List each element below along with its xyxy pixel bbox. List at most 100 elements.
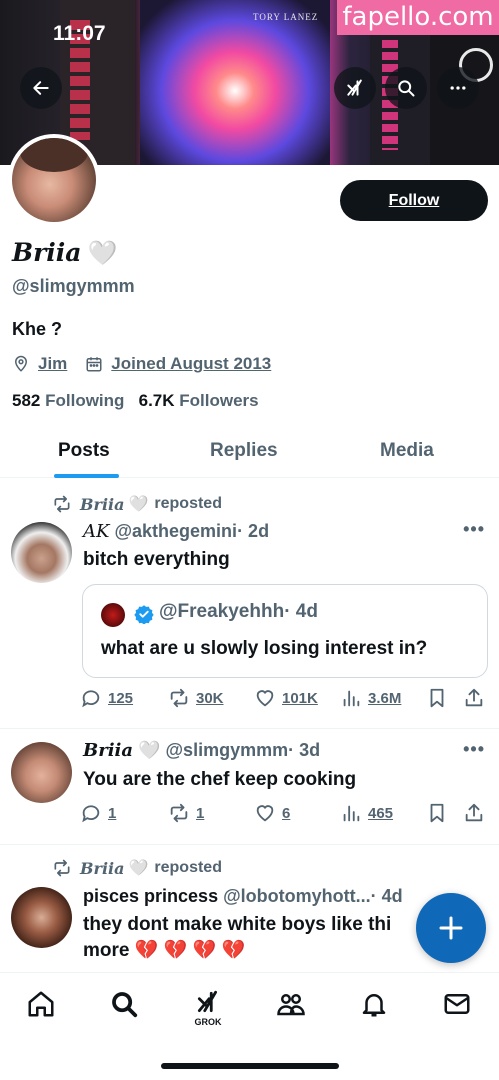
repost-by-name: Briia (80, 494, 125, 514)
profile-display-name: Briia 🤍 (12, 238, 117, 267)
search-button[interactable] (385, 67, 427, 109)
following-count[interactable]: 582 (12, 391, 40, 410)
view-count: 465 (368, 804, 394, 822)
verified-badge-icon (134, 605, 154, 624)
nav-search[interactable] (104, 989, 144, 1029)
reply-button[interactable]: 1 (80, 802, 116, 824)
banner-poster-text: TORY LANEZ (253, 12, 319, 22)
tab-media[interactable]: Media (380, 440, 434, 462)
post-text-line-1: they dont make white boys like thi (83, 914, 392, 935)
reply-button[interactable]: 125 (80, 687, 133, 709)
post-text: You are the chef keep cooking (83, 769, 357, 790)
post-item[interactable]: Briia 🤍 reposted AK @akthegemini· 2d •••… (0, 479, 499, 729)
quote-header: @Freakyehhh· 4d (159, 601, 318, 623)
joined-date[interactable]: Joined August 2013 (111, 354, 271, 374)
like-button[interactable]: 101K (254, 687, 318, 709)
post-time: · 4d (370, 886, 403, 906)
status-bar-time: 11:07 (53, 22, 106, 45)
bookmark-button[interactable] (426, 687, 454, 709)
repost-button[interactable]: 30K (168, 687, 224, 709)
repost-button[interactable]: 1 (168, 802, 204, 824)
compose-button[interactable] (416, 893, 486, 963)
profile-bio: Khe ? (12, 319, 63, 339)
back-button[interactable] (20, 67, 62, 109)
like-count: 101K (282, 689, 318, 707)
post-header: pisces princess @lobotomyhott...· 4d (83, 886, 403, 907)
communities-icon (277, 994, 305, 1016)
nav-notifications[interactable] (354, 989, 394, 1029)
home-icon (28, 991, 54, 1017)
heart-icon (256, 690, 274, 707)
post-item[interactable]: Briia 🤍 @slimgymmm· 3d ••• You are the c… (0, 729, 499, 845)
white-heart-emoji: 🤍 (128, 860, 149, 877)
arrow-left-icon (33, 81, 49, 95)
search-icon (398, 80, 415, 97)
repost-icon (54, 859, 70, 877)
bookmark-button[interactable] (426, 802, 454, 824)
grok-button[interactable] (334, 67, 376, 109)
repost-icon (170, 803, 188, 823)
profile-tabs: Posts Replies Media (0, 428, 499, 478)
share-icon (465, 803, 483, 822)
repost-icon (54, 495, 70, 513)
nav-communities[interactable] (271, 989, 311, 1029)
profile-handle: @slimgymmm (12, 276, 135, 296)
profile-avatar[interactable] (8, 134, 100, 226)
post-more-button[interactable]: ••• (463, 519, 485, 540)
quote-handle[interactable]: @Freakyehhh (159, 601, 284, 622)
nav-messages[interactable] (437, 989, 477, 1029)
tab-replies[interactable]: Replies (210, 440, 278, 462)
repost-suffix: reposted (154, 495, 222, 512)
bookmark-icon (430, 803, 444, 823)
location-pin-icon (14, 355, 28, 372)
views-button[interactable]: 465 (340, 802, 393, 824)
author-name[interactable]: pisces princess (83, 886, 218, 906)
ellipsis-icon (450, 86, 466, 90)
author-name[interactable]: AK (83, 521, 109, 542)
post-text: bitch everything (83, 549, 230, 570)
author-handle[interactable]: @slimgymmm (166, 740, 289, 760)
like-button[interactable]: 6 (254, 802, 290, 824)
active-tab-indicator (54, 474, 119, 478)
repost-by-name: Briia (80, 858, 125, 878)
share-button[interactable] (463, 802, 491, 824)
avatar[interactable] (11, 887, 72, 948)
reply-icon (82, 690, 100, 708)
avatar[interactable] (11, 742, 72, 803)
grok-icon (197, 990, 217, 1013)
avatar[interactable] (11, 522, 72, 583)
followers-label[interactable]: Followers (179, 391, 258, 410)
location-link[interactable]: Jim (38, 354, 67, 374)
white-heart-emoji: 🤍 (138, 740, 161, 760)
home-indicator[interactable] (161, 1063, 339, 1069)
plus-icon (439, 916, 463, 940)
mail-icon (444, 994, 470, 1014)
nav-home[interactable] (21, 989, 61, 1029)
quoted-post[interactable]: @Freakyehhh· 4d what are u slowly losing… (82, 584, 488, 678)
heart-icon (256, 805, 274, 822)
author-handle[interactable]: @akthegemini (114, 521, 237, 541)
post-header: AK @akthegemini· 2d (83, 521, 269, 542)
author-name[interactable]: Briia (83, 740, 133, 761)
follow-button[interactable]: Follow (340, 180, 488, 221)
views-button[interactable]: 3.6M (340, 687, 401, 709)
post-more-button[interactable]: ••• (463, 739, 485, 760)
tab-posts[interactable]: Posts (58, 440, 110, 462)
search-icon (112, 992, 138, 1018)
grok-label: GROK (194, 1017, 222, 1027)
quote-text: what are u slowly losing interest in? (101, 638, 428, 659)
share-button[interactable] (463, 687, 491, 709)
repost-count: 1 (196, 804, 205, 822)
repost-suffix: reposted (154, 859, 222, 876)
nav-grok[interactable]: GROK (188, 989, 228, 1029)
white-heart-emoji: 🤍 (128, 496, 149, 513)
analytics-icon (343, 690, 360, 707)
followers-count[interactable]: 6.7K (139, 391, 175, 410)
repost-label: Briia 🤍 reposted (52, 858, 222, 878)
more-button[interactable] (437, 67, 479, 109)
post-time: · 3d (288, 740, 321, 760)
post-actions: 125 30K 101K 3.6M (80, 687, 485, 713)
following-label[interactable]: Following (45, 391, 124, 410)
reply-count: 1 (108, 804, 117, 822)
author-handle[interactable]: @lobotomyhott... (223, 886, 371, 906)
